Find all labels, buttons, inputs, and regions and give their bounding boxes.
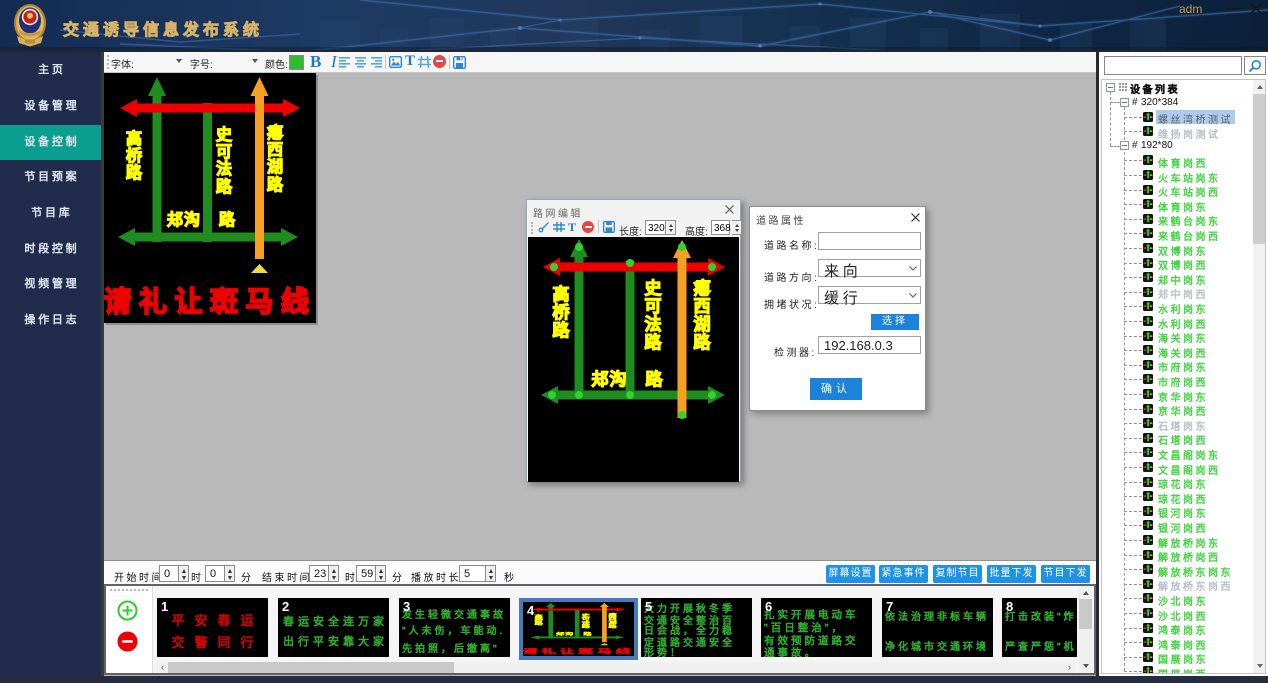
svg-text:法: 法: [645, 314, 662, 334]
svg-text:请礼让斑马线: 请礼让斑马线: [523, 647, 634, 655]
svg-text:路: 路: [267, 175, 284, 194]
svg-text:邞: 邞: [167, 210, 183, 229]
svg-text:路: 路: [694, 332, 712, 352]
svg-text:史: 史: [216, 125, 233, 144]
svg-text:湖: 湖: [267, 158, 283, 176]
svg-text:请礼让斑马线: 请礼让斑马线: [104, 286, 316, 317]
svg-text:路: 路: [646, 369, 664, 389]
svg-text:西: 西: [694, 297, 711, 316]
svg-text:沟: 沟: [184, 210, 200, 229]
svg-text:高: 高: [553, 284, 570, 304]
svg-text:西: 西: [267, 141, 283, 159]
svg-text:高: 高: [126, 129, 142, 148]
svg-text:法: 法: [216, 159, 232, 178]
svg-text:可: 可: [645, 297, 662, 316]
svg-text:路: 路: [216, 177, 233, 196]
svg-text:可: 可: [216, 144, 232, 161]
svg-text:桥: 桥: [126, 146, 143, 165]
svg-text:沟: 沟: [610, 369, 627, 389]
svg-text:路: 路: [645, 332, 663, 352]
svg-text:路: 路: [553, 320, 571, 340]
svg-text:史: 史: [645, 278, 663, 298]
svg-text:瘪: 瘪: [694, 278, 712, 298]
svg-text:西: 西: [608, 616, 617, 620]
svg-text:路: 路: [126, 163, 143, 182]
svg-text:桥: 桥: [553, 303, 571, 322]
svg-text:邞: 邞: [592, 369, 609, 389]
svg-text:瘪: 瘪: [267, 123, 284, 142]
svg-text:可: 可: [582, 617, 591, 621]
svg-text:路: 路: [219, 210, 236, 229]
svg-text:湖: 湖: [694, 315, 711, 334]
